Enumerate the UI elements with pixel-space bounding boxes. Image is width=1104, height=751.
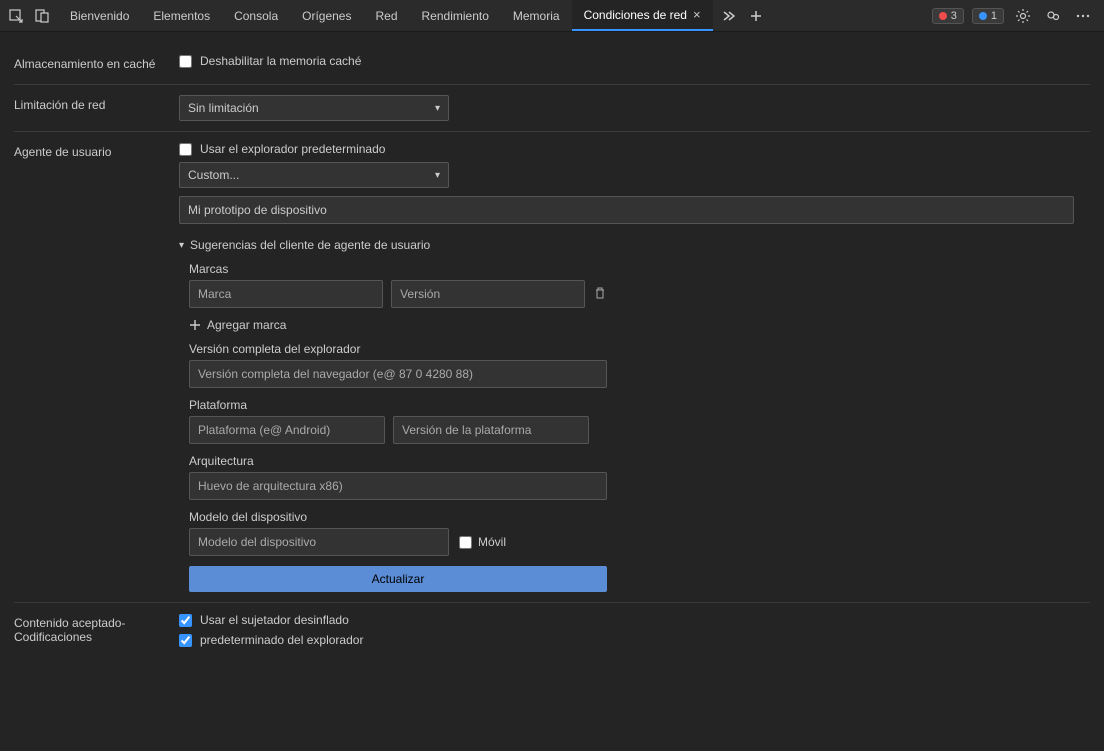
full-version-label: Versión completa del explorador (189, 342, 609, 356)
mobile-checkbox[interactable] (459, 536, 472, 549)
platform-version-input[interactable] (393, 416, 589, 444)
close-icon[interactable]: × (693, 7, 701, 22)
chevron-down-icon: ▾ (435, 170, 440, 181)
more-icon[interactable] (1072, 5, 1094, 27)
architecture-label: Arquitectura (189, 454, 609, 468)
disable-cache-label: Deshabilitar la memoria caché (200, 54, 361, 68)
browser-default-label: predeterminado del explorador (200, 633, 363, 647)
throttling-value: Sin limitación (188, 101, 259, 115)
settings-icon[interactable] (1012, 5, 1034, 27)
feedback-icon[interactable] (1042, 5, 1064, 27)
tab-network[interactable]: Red (363, 0, 409, 31)
tab-welcome[interactable]: Bienvenido (58, 0, 141, 31)
tab-console[interactable]: Consola (222, 0, 290, 31)
disable-cache-checkbox[interactable] (179, 55, 192, 68)
more-tabs-icon[interactable] (717, 5, 739, 27)
brands-label: Marcas (189, 262, 609, 276)
info-count: 1 (991, 10, 997, 22)
caching-label: Almacenamiento en caché (14, 54, 179, 71)
device-model-input[interactable] (189, 528, 449, 556)
deflate-label: Usar el sujetador desinflado (200, 613, 349, 627)
use-default-ua-label: Usar el explorador predeterminado (200, 142, 385, 156)
use-default-ua-checkbox[interactable] (179, 143, 192, 156)
add-brand-label: Agregar marca (207, 318, 286, 332)
add-brand-button[interactable]: Agregar marca (189, 318, 609, 332)
update-button[interactable]: Actualizar (189, 566, 607, 592)
tab-performance[interactable]: Rendimiento (410, 0, 501, 31)
error-count: 3 (951, 10, 957, 22)
brand-version-input[interactable] (391, 280, 585, 308)
tab-label: Condiciones de red (584, 8, 687, 22)
custom-ua-input[interactable] (179, 196, 1074, 224)
tab-network-conditions[interactable]: Condiciones de red × (572, 0, 713, 31)
platform-input[interactable] (189, 416, 385, 444)
full-version-input[interactable] (189, 360, 607, 388)
error-badge[interactable]: 3 (932, 8, 964, 24)
tab-sources[interactable]: Orígenes (290, 0, 363, 31)
device-model-label: Modelo del dispositivo (189, 510, 609, 524)
delete-icon[interactable] (593, 286, 609, 302)
platform-label: Plataforma (189, 398, 609, 412)
tab-elements[interactable]: Elementos (141, 0, 222, 31)
deflate-checkbox[interactable] (179, 614, 192, 627)
tab-memory[interactable]: Memoria (501, 0, 572, 31)
throttling-select[interactable]: Sin limitación ▾ (179, 95, 449, 121)
device-toggle-icon[interactable] (32, 6, 52, 26)
user-agent-label: Agente de usuario (14, 142, 179, 159)
inspect-icon[interactable] (6, 6, 26, 26)
ua-preset-value: Custom... (188, 168, 239, 182)
info-badge[interactable]: 1 (972, 8, 1004, 24)
add-tab-icon[interactable] (745, 5, 767, 27)
mobile-label: Móvil (478, 535, 506, 549)
chevron-down-icon: ▾ (179, 240, 184, 251)
brand-input[interactable] (189, 280, 383, 308)
encodings-label: Contenido aceptado- Codificaciones (14, 613, 179, 644)
architecture-input[interactable] (189, 472, 607, 500)
throttling-label: Limitación de red (14, 95, 179, 112)
client-hints-label: Sugerencias del cliente de agente de usu… (190, 238, 430, 252)
client-hints-expander[interactable]: ▾ Sugerencias del cliente de agente de u… (179, 238, 1090, 252)
chevron-down-icon: ▾ (435, 103, 440, 114)
ua-preset-select[interactable]: Custom... ▾ (179, 162, 449, 188)
browser-default-checkbox[interactable] (179, 634, 192, 647)
